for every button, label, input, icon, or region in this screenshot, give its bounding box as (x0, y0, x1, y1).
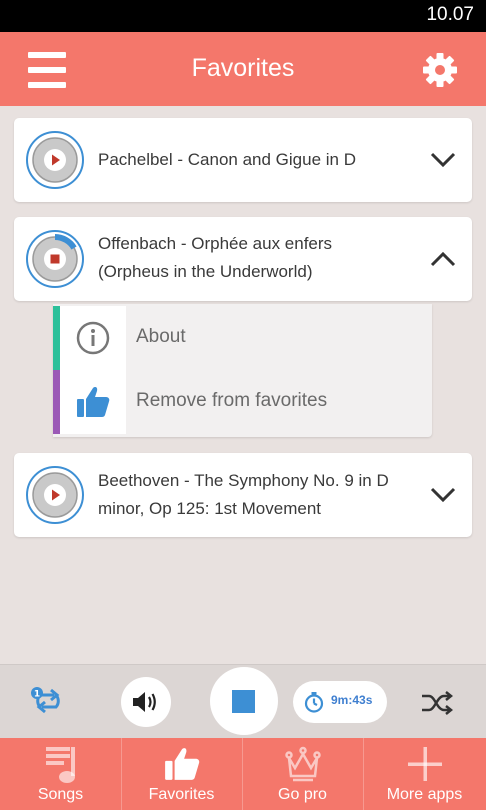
track-card-pachelbel[interactable]: Pachelbel - Canon and Gigue in D (14, 118, 472, 202)
track-title: Offenbach - Orphée aux enfers (Orpheus i… (98, 230, 332, 286)
nav-more-apps[interactable]: More apps (363, 738, 486, 810)
remove-label: Remove from favorites (136, 390, 328, 411)
player-bar: 1 9m:43s (0, 664, 486, 739)
stopwatch-icon (304, 692, 324, 713)
about-menu-item[interactable]: About (53, 306, 432, 370)
app-header: Favorites (0, 32, 486, 106)
track-card-offenbach[interactable]: Offenbach - Orphée aux enfers (Orpheus i… (14, 217, 472, 301)
thumbs-up-icon (77, 387, 110, 417)
track-title-line2: (Orpheus in the Underworld) (98, 262, 313, 281)
music-note-icon (45, 747, 75, 783)
svg-text:1: 1 (34, 690, 40, 700)
nav-go-pro[interactable]: Go pro (242, 738, 364, 810)
track-card-beethoven[interactable]: Beethoven - The Symphony No. 9 in D mino… (14, 453, 472, 537)
remove-from-favorites-item[interactable]: Remove from favorites (53, 370, 432, 434)
track-title: Pachelbel - Canon and Gigue in D (98, 150, 356, 169)
nav-songs[interactable]: Songs (0, 738, 122, 810)
page-title: Favorites (191, 54, 295, 82)
timer-text: 9m:43s (331, 693, 373, 707)
chevron-down-icon[interactable] (430, 487, 456, 503)
nav-label: Songs (37, 786, 84, 803)
track-options-menu: About Remove from favorites (53, 304, 432, 437)
gear-icon[interactable] (421, 51, 459, 89)
status-time: 10.07 (426, 4, 474, 25)
status-bar: 10.07 (0, 0, 486, 32)
speaker-icon (133, 692, 156, 712)
stop-track-button[interactable] (26, 230, 84, 288)
track-title-line2: minor, Op 125: 1st Movement (98, 499, 321, 518)
track-title: Beethoven - The Symphony No. 9 in D mino… (98, 467, 389, 523)
about-label: About (136, 326, 186, 347)
play-button[interactable] (26, 131, 84, 189)
stop-button[interactable] (210, 667, 278, 735)
info-icon (76, 321, 110, 355)
track-title-line1: Offenbach - Orphée aux enfers (98, 234, 333, 253)
track-title-line1: Beethoven - The Symphony No. 9 in D (98, 471, 389, 490)
stop-icon (232, 690, 255, 713)
about-accent-bar (53, 306, 60, 370)
chevron-down-icon[interactable] (430, 152, 456, 168)
nav-label: Favorites (148, 786, 215, 803)
crown-icon (284, 746, 321, 782)
volume-button[interactable] (121, 677, 171, 727)
remove-accent-bar (53, 370, 60, 434)
nav-label: Go pro (278, 786, 327, 803)
nav-label: More apps (386, 786, 463, 803)
repeat-one-icon[interactable]: 1 (30, 685, 66, 717)
plus-icon (407, 747, 442, 781)
shuffle-icon[interactable] (420, 689, 454, 717)
sleep-timer-button[interactable]: 9m:43s (293, 681, 387, 723)
nav-favorites[interactable]: Favorites (121, 738, 243, 810)
chevron-up-icon[interactable] (430, 251, 456, 267)
play-button[interactable] (26, 466, 84, 524)
thumbs-up-icon (164, 748, 199, 780)
bottom-navigation: Songs Favorites Go pro More apps (0, 738, 486, 810)
